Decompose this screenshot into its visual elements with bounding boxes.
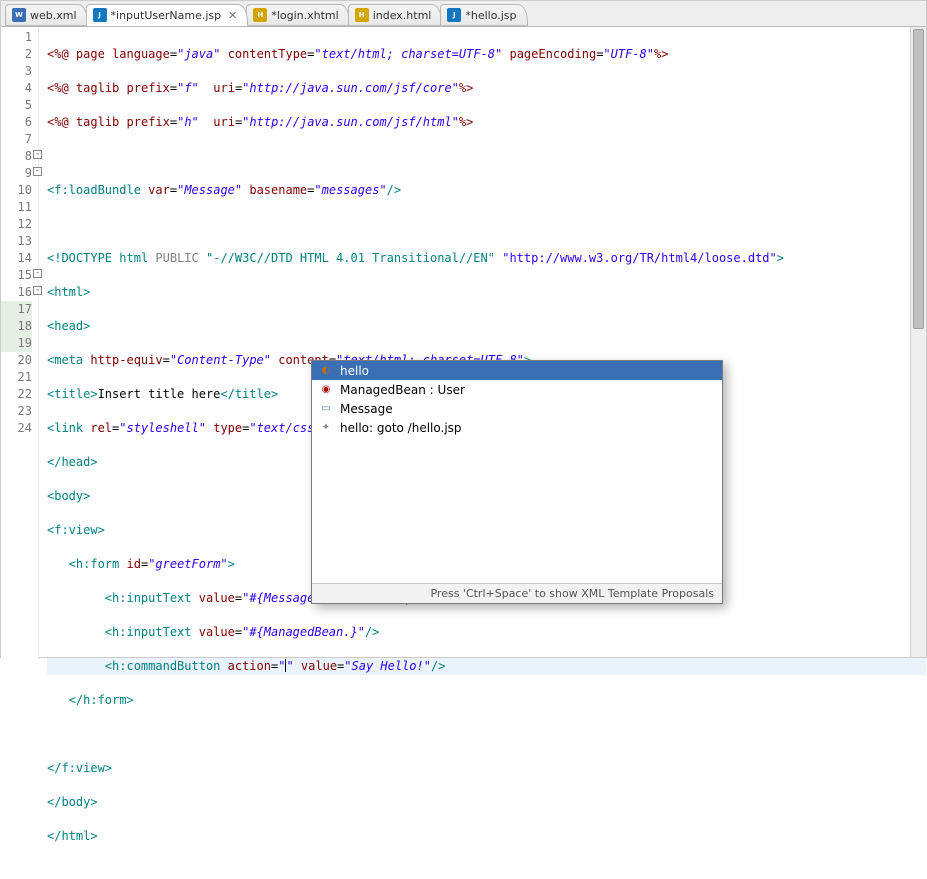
line-number: 18 bbox=[1, 318, 32, 335]
scrollbar-thumb[interactable] bbox=[913, 29, 924, 329]
line-number: 21 bbox=[1, 369, 32, 386]
html-file-icon: H bbox=[355, 8, 369, 22]
line-number: 6 bbox=[1, 114, 32, 131]
line-number: 11 bbox=[1, 199, 32, 216]
code-line[interactable]: <h:inputText value="#{ManagedBean.}"/> bbox=[47, 624, 926, 641]
line-number-gutter: 1 2 3 4 5 6 7 8- 9- 10 11 12 13 14 15- 1… bbox=[1, 27, 39, 659]
line-number: 7 bbox=[1, 131, 32, 148]
jsp-file-icon: J bbox=[447, 8, 461, 22]
tab-web-xml[interactable]: W web.xml bbox=[5, 4, 88, 26]
line-number: 10 bbox=[1, 182, 32, 199]
tab-label: web.xml bbox=[30, 9, 77, 22]
line-number: 17 bbox=[1, 301, 32, 318]
close-icon[interactable]: ✕ bbox=[228, 9, 237, 22]
code-line[interactable]: <%@ taglib prefix="h" uri="http://java.s… bbox=[47, 114, 926, 131]
line-number: 23 bbox=[1, 403, 32, 420]
content-assist-item[interactable]: ✦ hello: goto /hello.jsp bbox=[312, 418, 722, 437]
code-line[interactable]: <!DOCTYPE html PUBLIC "-//W3C//DTD HTML … bbox=[47, 250, 926, 267]
code-line[interactable]: </h:form> bbox=[47, 692, 926, 709]
code-line[interactable] bbox=[47, 216, 926, 233]
line-number: 8- bbox=[1, 148, 32, 165]
line-number: 12 bbox=[1, 216, 32, 233]
tab-hello-jsp[interactable]: J *hello.jsp bbox=[440, 4, 527, 26]
line-number: 20 bbox=[1, 352, 32, 369]
jsp-file-icon: J bbox=[93, 8, 107, 22]
content-assist-item-label: hello bbox=[340, 364, 369, 378]
bean-icon: ◐ bbox=[318, 363, 334, 379]
code-line[interactable]: </body> bbox=[47, 794, 926, 811]
line-number: 4 bbox=[1, 80, 32, 97]
content-assist-item[interactable]: ▭ Message bbox=[312, 399, 722, 418]
line-number: 13 bbox=[1, 233, 32, 250]
code-line[interactable]: <f:loadBundle var="Message" basename="me… bbox=[47, 182, 926, 199]
editor-tab-bar: W web.xml J *inputUserName.jsp ✕ H *logi… bbox=[1, 1, 926, 27]
code-line[interactable] bbox=[47, 726, 926, 743]
message-bundle-icon: ▭ bbox=[318, 401, 334, 417]
tab-label: *inputUserName.jsp bbox=[111, 9, 222, 22]
tab-label: *login.xhtml bbox=[271, 9, 338, 22]
code-line[interactable]: <h:commandButton action="" value="Say He… bbox=[47, 658, 926, 675]
xhtml-file-icon: H bbox=[253, 8, 267, 22]
line-number: 15- bbox=[1, 267, 32, 284]
navigation-rule-icon: ✦ bbox=[318, 420, 334, 436]
content-assist-item-label: Message bbox=[340, 402, 393, 416]
code-line[interactable]: <%@ page language="java" contentType="te… bbox=[47, 46, 926, 63]
managed-bean-icon: ◉ bbox=[318, 382, 334, 398]
line-number: 19 bbox=[1, 335, 32, 352]
line-number: 9- bbox=[1, 165, 32, 182]
content-assist-list[interactable]: ◐ hello ◉ ManagedBean : User ▭ Message ✦… bbox=[312, 361, 722, 583]
line-number: 22 bbox=[1, 386, 32, 403]
tab-label: index.html bbox=[373, 9, 432, 22]
code-line[interactable]: <head> bbox=[47, 318, 926, 335]
web-xml-icon: W bbox=[12, 8, 26, 22]
code-line[interactable]: <%@ taglib prefix="f" uri="http://java.s… bbox=[47, 80, 926, 97]
content-assist-item-label: hello: goto /hello.jsp bbox=[340, 421, 462, 435]
vertical-scrollbar[interactable] bbox=[910, 27, 926, 657]
code-line[interactable] bbox=[47, 148, 926, 165]
content-assist-item[interactable]: ◉ ManagedBean : User bbox=[312, 380, 722, 399]
tab-inputusername-jsp[interactable]: J *inputUserName.jsp ✕ bbox=[86, 4, 249, 26]
line-number: 5 bbox=[1, 97, 32, 114]
line-number: 14 bbox=[1, 250, 32, 267]
content-assist-item-label: ManagedBean : User bbox=[340, 383, 465, 397]
line-number: 16- bbox=[1, 284, 32, 301]
line-number: 2 bbox=[1, 46, 32, 63]
line-number: 3 bbox=[1, 63, 32, 80]
tab-index-html[interactable]: H index.html bbox=[348, 4, 443, 26]
content-assist-hint: Press 'Ctrl+Space' to show XML Template … bbox=[312, 583, 722, 603]
content-assist-item[interactable]: ◐ hello bbox=[312, 361, 722, 380]
code-line[interactable]: </f:view> bbox=[47, 760, 926, 777]
code-line[interactable]: </html> bbox=[47, 828, 926, 845]
tab-login-xhtml[interactable]: H *login.xhtml bbox=[246, 4, 349, 26]
line-number: 1 bbox=[1, 29, 32, 46]
code-line[interactable]: <html> bbox=[47, 284, 926, 301]
tab-label: *hello.jsp bbox=[465, 9, 516, 22]
content-assist-popup: ◐ hello ◉ ManagedBean : User ▭ Message ✦… bbox=[311, 360, 723, 604]
line-number: 24 bbox=[1, 420, 32, 437]
